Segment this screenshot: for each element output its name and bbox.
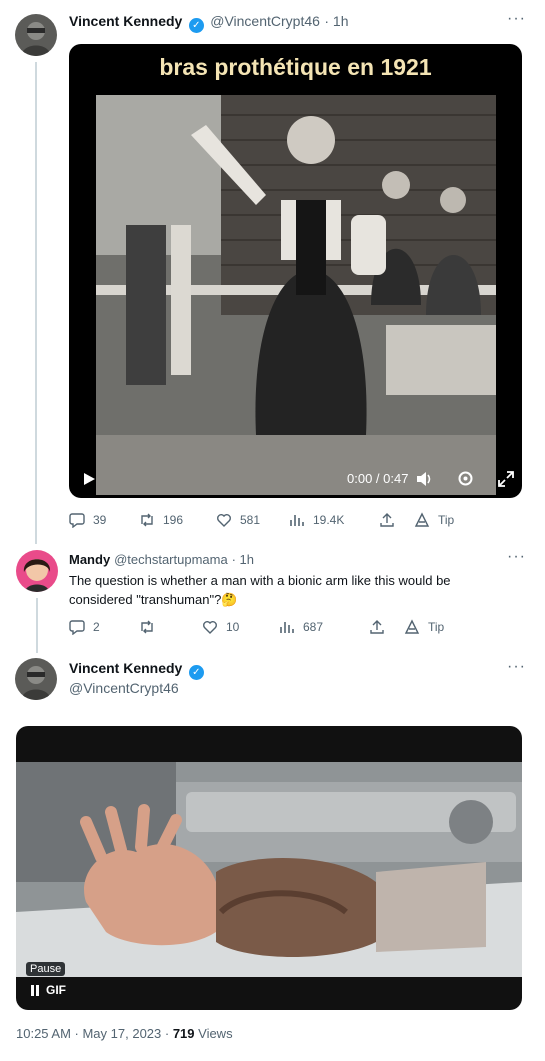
reply-icon: [69, 513, 85, 528]
tip-label: Tip: [428, 620, 445, 634]
tweet-header: Vincent Kennedy ✓ @VincentCrypt46 · 1h: [69, 13, 349, 33]
share-icon: [380, 513, 394, 527]
avatar[interactable]: [15, 658, 57, 700]
verified-icon: ✓: [188, 18, 204, 33]
reply-button[interactable]: 2: [69, 619, 139, 635]
retweet-button[interactable]: [139, 619, 202, 635]
author-name[interactable]: Mandy: [69, 552, 110, 567]
tip-icon: [414, 512, 430, 527]
views-count: 719: [172, 1026, 195, 1041]
fullscreen-icon[interactable]: [498, 470, 515, 487]
tweet-time[interactable]: · 1h: [232, 552, 254, 567]
views-chart-icon: [290, 515, 304, 526]
views-count: 687: [303, 620, 324, 634]
tweet-timestamp: 10:25 AM · May 17, 2023 · 719 Views: [16, 1026, 233, 1041]
tweet-time[interactable]: · 1h: [324, 13, 348, 29]
like-button[interactable]: 581: [216, 512, 289, 528]
video-timestamp: 0:00 / 0:47: [347, 471, 409, 486]
tip-button[interactable]: Tip: [404, 619, 444, 635]
gif-frame: [16, 762, 522, 977]
gif-label: GIF: [46, 983, 66, 997]
reply-text: The question is whether a man with a bio…: [69, 573, 451, 607]
tweet-header: Mandy @techstartupmama · 1h: [69, 551, 254, 567]
like-count: 10: [226, 620, 240, 634]
share-button[interactable]: [379, 512, 414, 528]
author-handle[interactable]: @VincentCrypt46: [69, 680, 179, 696]
video-controls: 0:00 / 0:47: [347, 470, 515, 487]
play-icon[interactable]: [82, 472, 96, 486]
share-icon: [370, 620, 384, 634]
author-handle[interactable]: @VincentCrypt46: [210, 13, 320, 29]
video-frame: [96, 95, 496, 495]
video-player[interactable]: bras prothétique en 1921 0:00 / 0:47: [69, 44, 522, 498]
reply-count: 2: [93, 620, 100, 634]
views-button[interactable]: 19.4K: [289, 512, 379, 528]
views-chart-icon: [280, 622, 294, 633]
views-button[interactable]: 687: [279, 619, 369, 635]
thread-line: [35, 62, 37, 544]
retweet-icon: [141, 620, 153, 634]
like-button[interactable]: 10: [202, 619, 279, 635]
tweet-actions: 39 196 581 19.4K Tip: [69, 512, 454, 528]
author-name[interactable]: Vincent Kennedy: [69, 660, 182, 676]
like-count: 581: [240, 513, 261, 527]
reply-button[interactable]: 39: [69, 512, 139, 528]
more-options-icon[interactable]: ···: [507, 658, 526, 676]
gif-player[interactable]: Pause GIF: [16, 726, 522, 1010]
thread-line: [36, 598, 38, 653]
retweet-button[interactable]: 196: [139, 512, 216, 528]
avatar[interactable]: [15, 14, 57, 56]
tip-label: Tip: [438, 513, 455, 527]
volume-icon[interactable]: [416, 471, 433, 487]
author-name[interactable]: Vincent Kennedy: [69, 13, 182, 29]
heart-icon: [217, 514, 231, 527]
verified-icon: ✓: [188, 665, 204, 680]
reply-count: 39: [93, 513, 107, 527]
retweet-icon: [141, 513, 153, 527]
pause-tooltip: Pause: [26, 962, 66, 976]
gif-controls: GIF: [30, 983, 66, 997]
tip-button[interactable]: Tip: [414, 512, 454, 528]
retweet-count: 196: [163, 513, 184, 527]
tip-icon: [404, 619, 420, 634]
reply-icon: [69, 620, 85, 635]
video-caption: bras prothétique en 1921: [159, 54, 432, 80]
heart-icon: [203, 621, 217, 634]
pause-icon[interactable]: [30, 984, 40, 996]
author-name-row: Vincent Kennedy ✓: [69, 660, 206, 680]
settings-gear-icon[interactable]: [457, 470, 474, 487]
more-options-icon[interactable]: ···: [507, 10, 526, 28]
tweet-date[interactable]: 10:25 AM · May 17, 2023 ·: [16, 1026, 173, 1041]
tweet-actions: 2 10 687 Tip: [69, 619, 444, 635]
views-count: 19.4K: [313, 513, 345, 527]
author-handle[interactable]: @techstartupmama: [114, 552, 228, 567]
avatar[interactable]: [16, 550, 58, 592]
views-label: Views: [194, 1026, 233, 1041]
more-options-icon[interactable]: ···: [507, 548, 526, 566]
share-button[interactable]: [369, 619, 404, 635]
